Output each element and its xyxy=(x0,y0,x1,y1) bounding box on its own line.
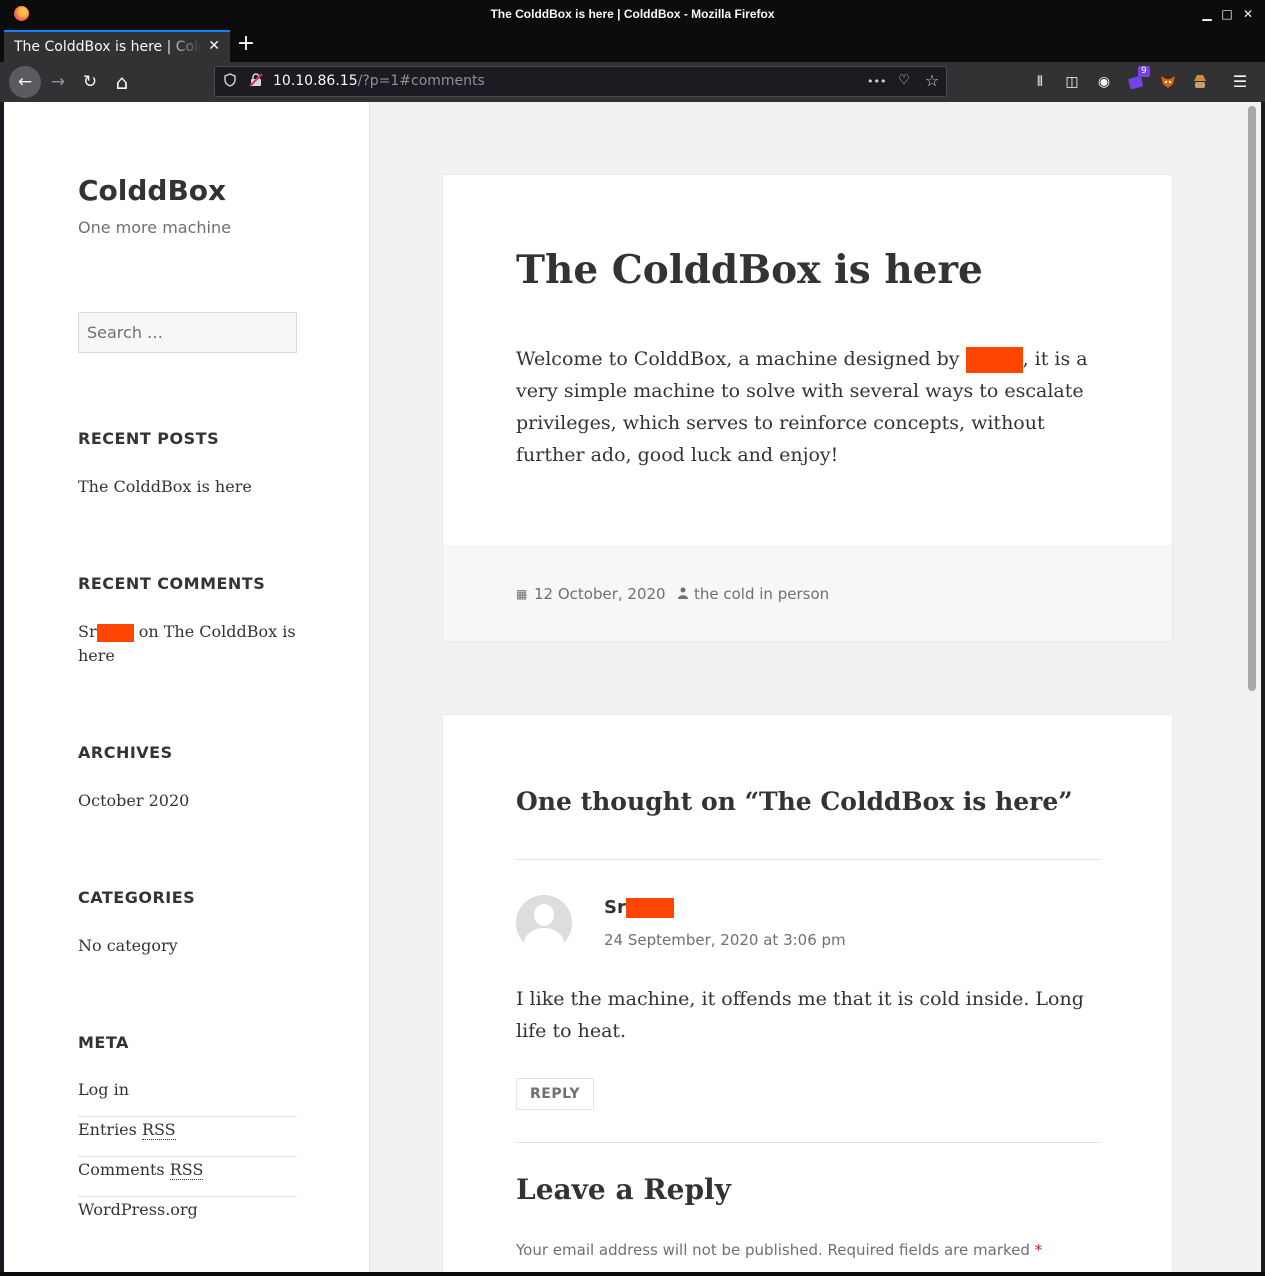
site-description: One more machine xyxy=(78,218,231,237)
reply-button[interactable]: REPLY xyxy=(516,1078,594,1110)
redaction-box xyxy=(625,898,674,918)
divider xyxy=(516,859,1100,860)
recent-comments-title: RECENT COMMENTS xyxy=(78,574,266,593)
meta-entries-label: Entries xyxy=(78,1120,142,1139)
post-card: The ColddBox is here Welcome to ColddBox… xyxy=(442,174,1173,642)
divider xyxy=(516,1142,1100,1143)
comments-title: One thought on “The ColddBox is here” xyxy=(516,787,1073,816)
rss-abbr: RSS xyxy=(169,1160,204,1180)
home-button[interactable]: ⌂ xyxy=(106,66,138,98)
meta-list: Log in Entries RSS Comments RSS WordPres… xyxy=(78,1077,297,1237)
scrollbar-thumb[interactable] xyxy=(1248,106,1256,691)
avatar-shoulders xyxy=(524,928,564,951)
shield-icon[interactable] xyxy=(221,73,239,91)
forward-button[interactable]: → xyxy=(42,66,74,98)
extension-purple-icon[interactable]: 9 xyxy=(1126,66,1150,92)
extension-badge: 9 xyxy=(1138,66,1150,77)
meta-comments-label: Comments xyxy=(78,1160,170,1179)
site-title[interactable]: ColddBox xyxy=(78,174,226,207)
maximize-button[interactable]: □ xyxy=(1219,6,1235,22)
post-body: Welcome to ColddBox, a machine designed … xyxy=(516,343,1106,471)
redaction-box xyxy=(965,347,1023,373)
comment-notes: Your email address will not be published… xyxy=(516,1241,1042,1259)
page-actions-icon[interactable]: ••• xyxy=(867,75,886,88)
post-body-start: Welcome to ColddBox, a machine designed … xyxy=(516,348,966,370)
comments-card: One thought on “The ColddBox is here” Sr… xyxy=(442,714,1173,1272)
recent-comment-on: on xyxy=(138,622,159,641)
url-bar[interactable]: 10.10.86.15/?p=1#comments ••• ♡ ☆ xyxy=(214,66,947,97)
author-icon xyxy=(678,587,688,602)
calendar-icon: ▦ xyxy=(516,587,528,601)
rss-abbr: RSS xyxy=(141,1120,176,1140)
comment-author: Sr xyxy=(604,897,674,918)
recent-comment-post-link-cont[interactable]: here xyxy=(78,646,115,665)
url-host: 10.10.86.15 xyxy=(273,73,358,89)
meta-title: META xyxy=(78,1033,129,1052)
meta-comments-rss-link[interactable]: Comments RSS xyxy=(78,1157,297,1197)
back-button[interactable]: ← xyxy=(9,66,41,98)
tab-close-icon[interactable]: ✕ xyxy=(208,38,220,54)
category-link[interactable]: No category xyxy=(78,934,178,958)
page-viewport: ColddBox One more machine Search … RECEN… xyxy=(4,102,1245,1272)
pocket-icon[interactable]: ♡ xyxy=(895,73,913,88)
archive-link[interactable]: October 2020 xyxy=(78,789,189,813)
comment-text: I like the machine, it offends me that i… xyxy=(516,988,1084,1042)
required-mark: * xyxy=(1034,1241,1043,1259)
recent-comment-post-link[interactable]: The ColddBox is xyxy=(164,622,296,641)
post-date-link[interactable]: 12 October, 2020 xyxy=(534,585,666,603)
tab-strip: The ColddBox is here | ColddBox ✕ + xyxy=(0,28,1265,62)
meta-login-link[interactable]: Log in xyxy=(78,1077,297,1117)
url-text[interactable]: 10.10.86.15/?p=1#comments xyxy=(273,73,485,89)
comment-notes-text: Your email address will not be published… xyxy=(516,1241,1035,1259)
recent-post-link[interactable]: The ColddBox is here xyxy=(78,475,252,499)
url-path: /?p=1#comments xyxy=(357,73,485,89)
close-window-button[interactable]: ✕ xyxy=(1240,6,1256,22)
meta-entries-rss-link[interactable]: Entries RSS xyxy=(78,1117,297,1157)
account-icon[interactable]: ◉ xyxy=(1094,72,1114,92)
tab-active[interactable]: The ColddBox is here | ColddBox ✕ xyxy=(4,30,230,62)
window-titlebar: The ColddBox is here | ColddBox - Mozill… xyxy=(0,0,1265,28)
window-title: The ColddBox is here | ColddBox - Mozill… xyxy=(490,7,775,21)
hamburger-menu-icon[interactable]: ☰ xyxy=(1230,72,1250,92)
leave-reply-title: Leave a Reply xyxy=(516,1173,731,1206)
post-author-link[interactable]: the cold in person xyxy=(694,585,829,603)
insecure-lock-icon[interactable] xyxy=(247,73,265,91)
recent-comment-item: Sr on The ColddBox is here xyxy=(78,620,297,668)
archives-title: ARCHIVES xyxy=(78,743,173,762)
sidebar: ColddBox One more machine Search … RECEN… xyxy=(4,102,370,1272)
window-border xyxy=(0,1272,1265,1276)
recent-posts-title: RECENT POSTS xyxy=(78,429,220,448)
extension-spy-icon[interactable] xyxy=(1190,72,1210,92)
comment-date-link[interactable]: 24 September, 2020 at 3:06 pm xyxy=(604,931,846,949)
bookmark-star-icon[interactable]: ☆ xyxy=(923,71,941,90)
sidebar-toggle-icon[interactable]: ◫ xyxy=(1062,72,1082,92)
comment-author-prefix: Sr xyxy=(604,897,626,918)
post-footer: ▦ 12 October, 2020 the cold in person xyxy=(443,545,1172,641)
page-scrollbar[interactable] xyxy=(1245,102,1261,1272)
post-title: The ColddBox is here xyxy=(516,247,983,293)
avatar-head xyxy=(534,904,554,926)
minimize-button[interactable]: ▁ xyxy=(1199,6,1215,22)
recent-comment-author[interactable]: Sr xyxy=(78,622,97,641)
reload-button[interactable]: ↻ xyxy=(74,66,106,98)
library-icon[interactable]: ⫴ xyxy=(1030,72,1050,92)
avatar xyxy=(516,895,572,951)
new-tab-button[interactable]: + xyxy=(236,31,256,57)
extension-fox-icon[interactable] xyxy=(1158,72,1178,92)
meta-wordpress-link[interactable]: WordPress.org xyxy=(78,1197,297,1237)
search-input[interactable]: Search … xyxy=(78,312,297,353)
categories-title: CATEGORIES xyxy=(78,888,196,907)
tab-title: The ColddBox is here | ColddBox xyxy=(14,39,202,55)
navigation-toolbar: ← → ↻ ⌂ 10.10.86.15/?p=1#comments ••• ♡ … xyxy=(0,62,1265,102)
redaction-box xyxy=(96,623,134,642)
